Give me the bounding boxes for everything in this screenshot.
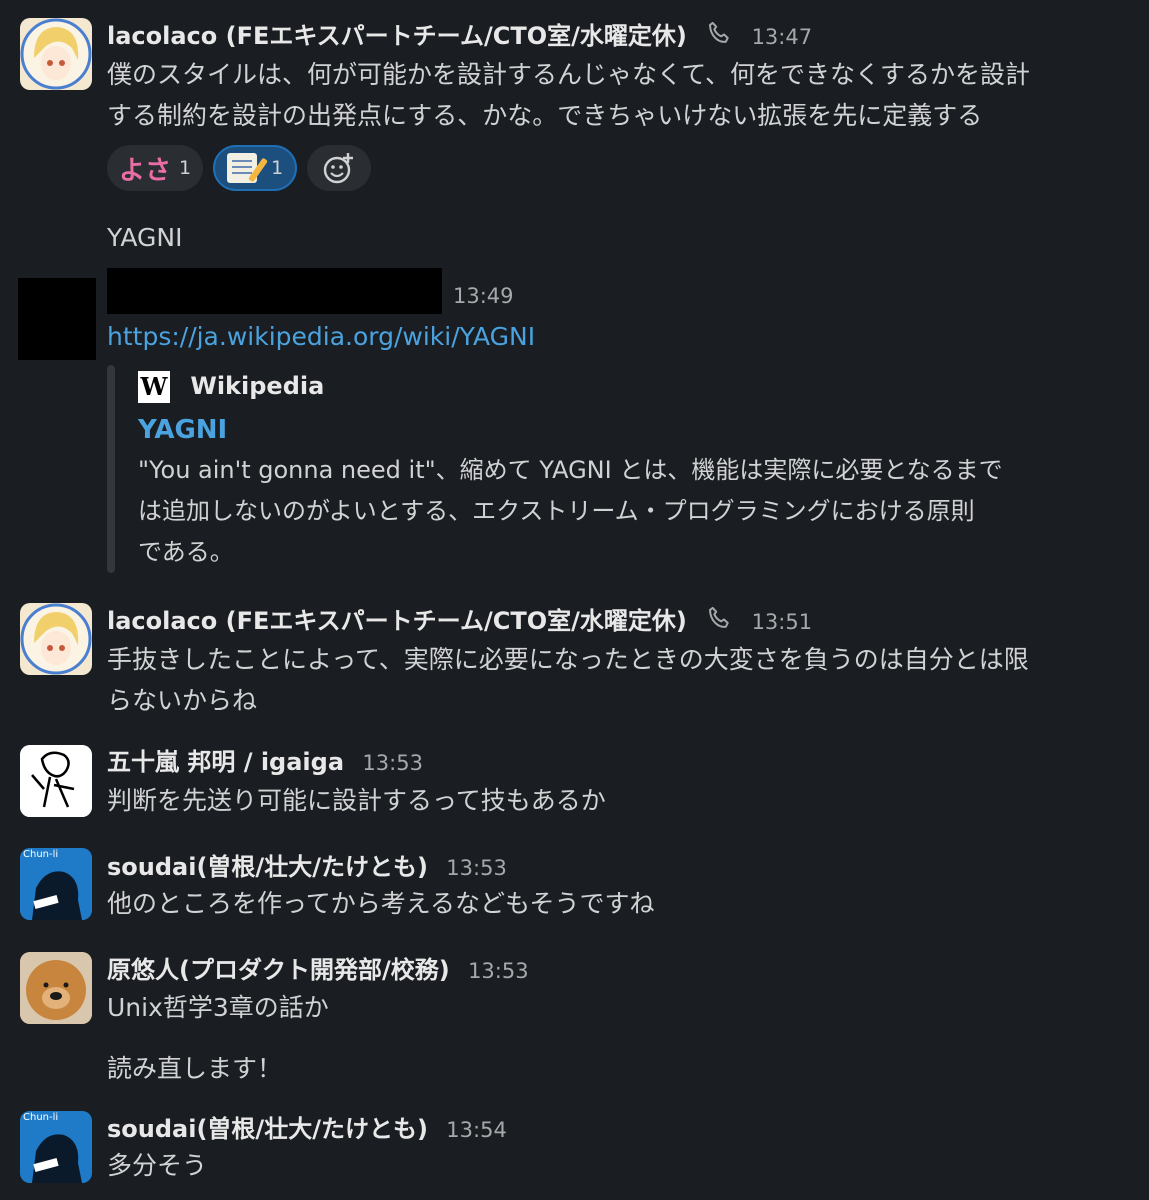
reaction-memo[interactable]: 1 — [213, 145, 298, 191]
unfurl-line: は追加しないのがよいとする、エクストリーム・プログラミングにおける原則 — [138, 497, 975, 525]
avatar-igaiga[interactable] — [20, 745, 92, 817]
avatar-lacolaco[interactable] — [20, 18, 92, 90]
message-text: 多分そう — [107, 1151, 208, 1180]
timestamp[interactable]: 13:47 — [752, 25, 813, 49]
author-name[interactable]: soudai(曽根/壮大/たけとも) 13:54 — [107, 1109, 507, 1144]
avatar-label: Chun-li — [23, 849, 59, 860]
message-igaiga-1353: 五十嵐 邦明 / igaiga 13:53 判断を先送り可能に設計するって技もあ… — [0, 728, 1149, 828]
avatar-soudai[interactable]: Chun-li — [20, 848, 92, 920]
add-reaction-button[interactable] — [307, 145, 372, 191]
author-label[interactable]: lacolaco (FEエキスパートチーム/CTO室/水曜定休) — [107, 607, 687, 635]
reactions-bar: よさ 1 1 — [107, 145, 372, 191]
message-soudai-1354: Chun-li soudai(曽根/壮大/たけとも) 13:54 多分そう — [0, 1093, 1149, 1200]
author-label[interactable]: 原悠人(プロダクト開発部/校務) — [107, 956, 450, 984]
unfurl-line: "You ain't gonna need it"、縮めて YAGNI とは、機… — [138, 456, 1003, 484]
reaction-count: 1 — [271, 157, 284, 179]
reaction-yosa[interactable]: よさ 1 — [107, 145, 204, 191]
redacted-author-name[interactable] — [107, 268, 442, 314]
unfurl-bar — [107, 365, 115, 573]
avatar-label: Chun-li — [23, 1112, 59, 1123]
message-text-continuation: 読み直します！ — [107, 1054, 283, 1083]
unfurl-site: W Wikipedia — [138, 366, 1119, 406]
unfurl-line: である。 — [138, 538, 234, 566]
author-label[interactable]: soudai(曽根/壮大/たけとも) — [107, 853, 428, 881]
avatar-lacolaco[interactable] — [20, 603, 92, 675]
timestamp[interactable]: 13:51 — [752, 610, 813, 634]
avatar-soudai[interactable]: Chun-li — [20, 1111, 92, 1183]
message-text: 判断を先送り可能に設計するって技もあるか — [107, 786, 606, 815]
author-name[interactable]: 五十嵐 邦明 / igaiga 13:53 — [107, 742, 423, 777]
message-line: する制約を設計の出発点にする、かな。できちゃいけない拡張を先に定義する — [107, 101, 983, 130]
message-text: 他のところを作ってから考えるなどもそうですね — [107, 889, 655, 918]
avatar-redacted[interactable] — [18, 278, 96, 360]
huddle-phone-icon — [705, 20, 733, 54]
timestamp[interactable]: 13:53 — [362, 751, 423, 775]
timestamp[interactable]: 13:53 — [446, 856, 507, 880]
unfurl-preview[interactable]: W Wikipedia YAGNI "You ain't gonna need … — [138, 366, 1119, 573]
message-text: 手抜きしたことによって、実際に必要になったときの大変さを負うのは自分とは限 らな… — [107, 639, 1133, 721]
message-line: 手抜きしたことによって、実際に必要になったときの大変さを負うのは自分とは限 — [107, 645, 1029, 674]
wikipedia-logo-icon: W — [138, 371, 170, 403]
unfurl-site-name: Wikipedia — [190, 372, 325, 400]
author-name[interactable]: lacolaco (FEエキスパートチーム/CTO室/水曜定休) 13:47 — [107, 16, 812, 54]
message-text-yagni: YAGNI — [107, 223, 183, 252]
timestamp[interactable]: 13:49 — [453, 284, 514, 308]
author-label[interactable]: 五十嵐 邦明 / igaiga — [107, 748, 344, 776]
message-line: 僕のスタイルは、何が可能かを設計するんじゃなくて、何をできなくするかを設計 — [107, 60, 1031, 89]
timestamp[interactable]: 13:54 — [446, 1118, 507, 1142]
message-line: らないからね — [107, 686, 258, 715]
timestamp[interactable]: 13:53 — [468, 959, 529, 983]
author-label[interactable]: lacolaco (FEエキスパートチーム/CTO室/水曜定休) — [107, 22, 687, 50]
message-text: Unix哲学3章の話か — [107, 993, 329, 1022]
message-text: 僕のスタイルは、何が可能かを設計するんじゃなくて、何をできなくするかを設計 する… — [107, 54, 1133, 136]
author-name[interactable]: lacolaco (FEエキスパートチーム/CTO室/水曜定休) 13:51 — [107, 601, 812, 639]
message-lacolaco-1351: lacolaco (FEエキスパートチーム/CTO室/水曜定休) 13:51 手… — [0, 585, 1149, 725]
unfurl-description: "You ain't gonna need it"、縮めて YAGNI とは、機… — [138, 450, 1119, 573]
memo-icon — [227, 153, 258, 183]
yosa-emoji: よさ — [119, 155, 172, 186]
add-reaction-icon — [324, 153, 354, 184]
wikipedia-link[interactable]: https://ja.wikipedia.org/wiki/YAGNI — [107, 316, 1133, 357]
unfurl-title[interactable]: YAGNI — [138, 410, 1119, 450]
message-hara-1353: 原悠人(プロダクト開発部/校務) 13:53 Unix哲学3章の話か 読み直しま… — [0, 935, 1149, 1085]
huddle-phone-icon — [705, 605, 733, 639]
avatar-hara[interactable] — [20, 952, 92, 1024]
author-name[interactable]: 原悠人(プロダクト開発部/校務) 13:53 — [107, 950, 529, 985]
author-name[interactable]: soudai(曽根/壮大/たけとも) 13:53 — [107, 847, 507, 882]
message-lacolaco-1347: lacolaco (FEエキスパートチーム/CTO室/水曜定休) 13:47 僕… — [0, 0, 1149, 200]
reaction-count: 1 — [179, 157, 192, 179]
message-soudai-1353: Chun-li soudai(曽根/壮大/たけとも) 13:53 他のところを作… — [0, 830, 1149, 930]
author-label[interactable]: soudai(曽根/壮大/たけとも) — [107, 1115, 428, 1143]
